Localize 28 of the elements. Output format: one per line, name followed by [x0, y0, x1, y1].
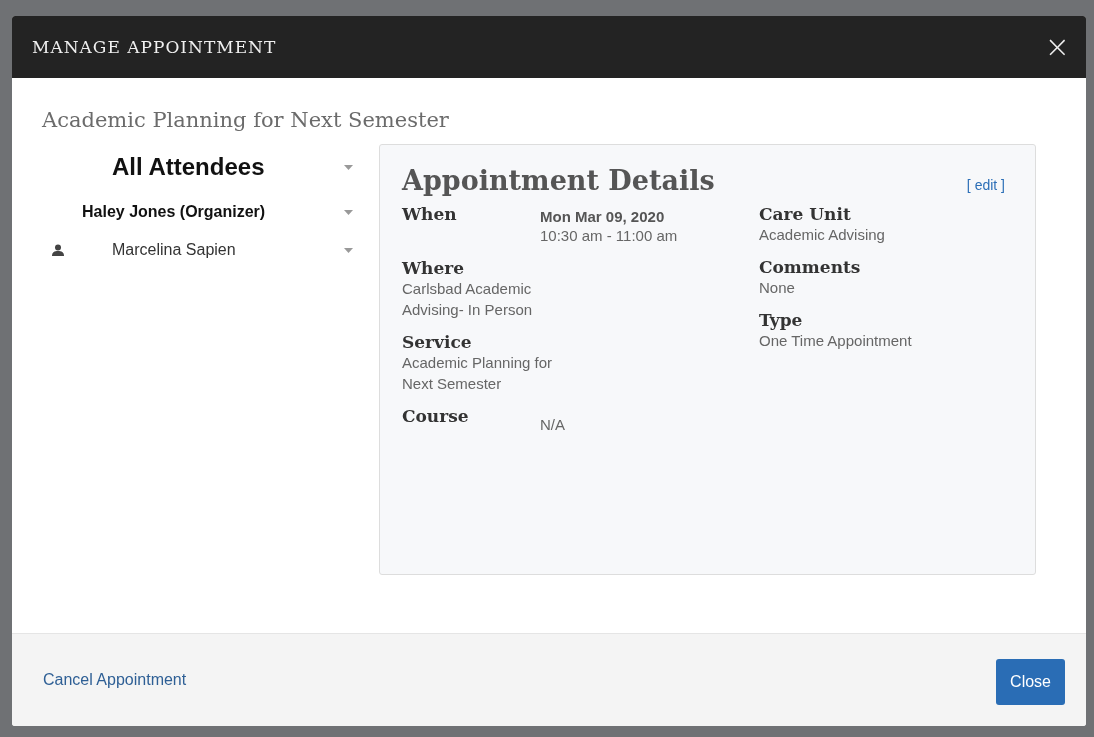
field-value: N/A — [540, 415, 565, 435]
field-label: Care Unit — [759, 204, 852, 224]
appointment-time: 10:30 am - 11:00 am — [540, 226, 678, 246]
attendee-name[interactable]: Marcelina Sapien — [112, 241, 344, 259]
caret-icon[interactable] — [344, 209, 353, 215]
field-label: Service — [402, 332, 473, 352]
appointment-heading: Academic Planning for Next Semester — [42, 108, 450, 132]
field-label: When — [402, 204, 458, 224]
field-value: Carlsbad Academic Advising- In Person — [402, 279, 534, 320]
field-value: One Time Appointment — [759, 331, 913, 351]
organizer-name[interactable]: Haley Jones (Organizer) — [82, 203, 266, 221]
field-label: Course — [402, 406, 470, 426]
person-icon — [52, 244, 64, 256]
caret-icon[interactable] — [344, 164, 353, 170]
field-value: Academic Planning for Next Semester — [402, 353, 554, 394]
field-label: Where — [402, 258, 466, 278]
field-value: Academic Advising — [759, 225, 886, 245]
field-label: Comments — [759, 257, 862, 277]
close-button[interactable]: Close — [996, 659, 1065, 705]
caret-icon[interactable] — [344, 247, 353, 253]
appointment-date: Mon Mar 09, 2020 — [540, 208, 666, 225]
field-label: Type — [759, 310, 804, 330]
dialog-title: MANAGE APPOINTMENT — [32, 37, 277, 57]
field-value: None — [759, 278, 796, 298]
cancel-appointment-link[interactable]: Cancel Appointment — [33, 661, 197, 699]
edit-link[interactable]: [ edit ] — [966, 177, 1005, 193]
card-title: Appointment Details — [402, 165, 715, 196]
attendee-filter[interactable]: All Attendees — [112, 153, 265, 181]
